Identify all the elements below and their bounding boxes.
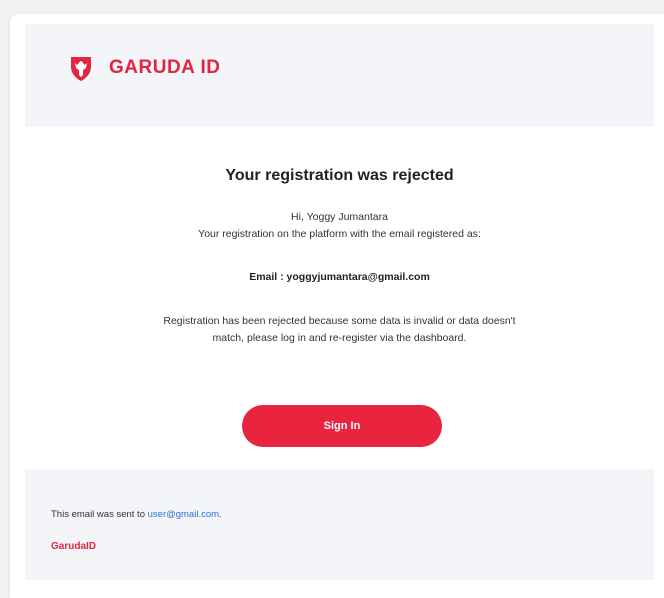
- page-title: Your registration was rejected: [225, 167, 454, 184]
- greeting-block: Hi, Yoggy Jumantara Your registration on…: [25, 209, 654, 243]
- footer-sent-prefix: This email was sent to: [51, 509, 148, 520]
- footer-email-link[interactable]: user@gmail.com: [148, 509, 219, 520]
- intro-text: Your registration on the platform with t…: [198, 228, 481, 240]
- brand-name: GARUDA ID: [109, 57, 221, 78]
- registered-email: Email : yoggyjumantara@gmail.com: [249, 271, 430, 283]
- garuda-shield-icon: [71, 57, 91, 81]
- brand-logo: GARUDA ID: [67, 54, 220, 82]
- footer-brand: GarudaID: [51, 541, 97, 552]
- rejection-reason: Registration has been rejected because s…: [163, 315, 516, 344]
- footer-sent-notice: This email was sent to user@gmail.com.: [51, 509, 222, 520]
- email-header: GARUDA ID: [25, 24, 654, 127]
- footer-sent-suffix: .: [219, 509, 222, 520]
- sign-in-button[interactable]: Sign In: [242, 405, 442, 447]
- email-footer: This email was sent to user@gmail.com. G…: [25, 469, 654, 580]
- greeting-text: Hi, Yoggy Jumantara: [291, 211, 388, 223]
